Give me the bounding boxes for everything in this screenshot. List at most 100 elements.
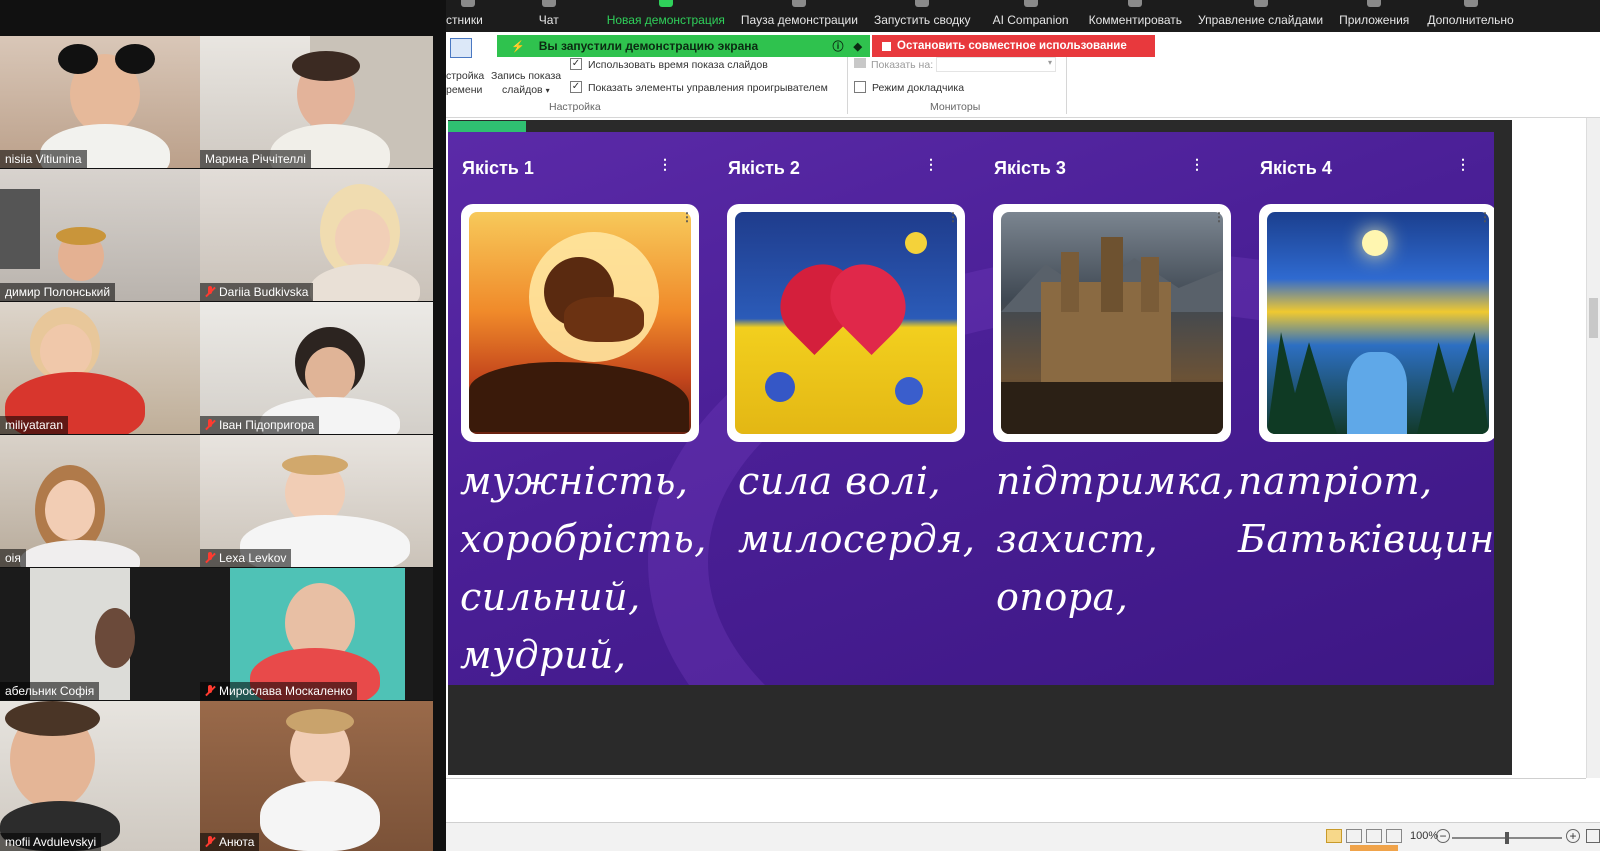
show-media-controls-checkbox[interactable]: ✓ [570,81,582,93]
apps-button[interactable]: Приложения [1331,0,1417,27]
participant-name-text: Мирослава Москаленко [219,684,353,698]
castle-tower-shape [1141,257,1159,312]
pause-share-button[interactable]: Пауза демонстрации [733,0,866,27]
annotate-button[interactable]: Комментировать [1081,0,1190,27]
participant-name: Мирослава Москаленко [200,682,358,700]
more-vertical-icon[interactable]: ⋮ [681,210,693,224]
participant-tile[interactable]: Dariia Budkivska [200,169,433,301]
toolbar-label: Приложения [1339,13,1410,27]
annotate-icon [1128,0,1143,7]
handwritten-annotation: патріот, Батьківщина. [1238,459,1494,561]
use-timings-checkbox[interactable]: ✓ [570,58,582,70]
ukraine-landscape-image [1267,212,1489,434]
star-shape [1362,230,1388,256]
handwritten-annotation: підтримка, захист, опора, [996,459,1236,619]
participant-name-text: абельник Софія [5,684,95,698]
summary-icon [915,0,930,7]
slide-sorter-button[interactable] [1346,829,1362,843]
participant-tile[interactable]: абельник Софія [0,568,233,700]
toolbar-label: Дополнительно [1427,13,1514,27]
rehearse-timings-label-2[interactable]: ремени [446,84,482,96]
slide-canvas[interactable]: Якість 1 ⋮ Якість 2 ⋮ Якість 3 ⋮ Якість … [448,132,1494,685]
mic-muted-icon [205,685,215,697]
chat-icon [541,0,556,7]
handwritten-annotation: мужність, хоробрість, сильний, мудрий, [460,459,707,677]
handwritten-annotation: сила волі, милосердя, [738,459,976,561]
rock-shape [469,362,689,432]
new-share-button[interactable]: Новая демонстрация [599,0,733,27]
zoom-level[interactable]: 100% [1410,830,1438,842]
participant-name-text: Dariia Budkivska [219,285,309,299]
stop-share-button[interactable]: Остановить совместное использование [872,35,1155,57]
participant-tile-active-speaker[interactable]: Марина Річчітеллі [200,36,433,168]
slide-control-icon [1253,0,1268,7]
more-icon [1463,0,1478,7]
zoom-in-button[interactable]: + [1566,829,1580,843]
chat-button[interactable]: Чат [531,0,567,27]
rehearse-timings-label[interactable]: стройка [446,70,484,82]
monitor-select[interactable]: ▾ [936,57,1056,72]
toolbar-label: Комментировать [1088,13,1183,27]
participant-tile[interactable]: Мирослава Москаленко [200,568,433,700]
stop-icon [882,41,891,51]
slideshow-view-button[interactable] [1386,829,1402,843]
more-vertical-icon[interactable]: ⋮ [924,156,938,173]
flower-shape [895,377,923,405]
image-card[interactable]: ⋮ [727,204,965,442]
presenter-view-checkbox[interactable] [854,81,866,93]
fit-to-window-icon[interactable] [1586,829,1600,843]
forest-shape [1267,332,1337,434]
monitor-icon [854,58,866,68]
scrollbar-thumb[interactable] [1589,298,1598,338]
record-slide-show-dropdown[interactable]: слайдов ▾ [502,84,550,96]
share-screen-icon [658,0,673,7]
more-button[interactable]: Дополнительно [1419,0,1521,27]
reading-view-button[interactable] [1366,829,1382,843]
info-icon[interactable]: ⓘ [833,38,844,54]
column-title: Якість 1 [462,158,534,178]
heart-thorns-image [735,212,957,434]
dropdown-arrow-icon: ▾ [545,86,550,95]
more-vertical-icon[interactable]: ⋮ [1190,156,1204,173]
mic-muted-icon [205,552,215,564]
more-vertical-icon[interactable]: ⋮ [947,210,959,224]
speaker-notes-pane[interactable] [446,778,1586,822]
participant-tile[interactable]: оія [0,435,233,567]
participant-gallery: nisiia Vitiunina Марина Річчітеллі димир… [0,0,446,851]
more-vertical-icon[interactable]: ⋮ [1213,210,1225,224]
participant-tile[interactable]: Іван Підопригора [200,302,433,434]
more-vertical-icon[interactable]: ⋮ [1479,210,1491,224]
participants-icon [461,0,476,7]
record-slide-show-button[interactable]: Запись показа [491,70,561,82]
participant-tile[interactable]: nisiia Vitiunina [0,36,233,168]
participant-tile[interactable]: Lexa Levkov [200,435,433,567]
participant-name: абельник Софія [0,682,100,700]
share-active-icon: ⚡ [511,40,525,53]
more-vertical-icon[interactable]: ⋮ [658,156,672,173]
start-summary-button[interactable]: Запустить сводку [866,0,979,27]
vertical-scrollbar[interactable] [1586,118,1600,778]
participant-tile[interactable]: miliyataran [0,302,233,434]
participants-button[interactable]: стники [446,0,491,27]
forest-shape [1417,332,1489,434]
image-card[interactable]: ⋮ [461,204,699,442]
more-vertical-icon[interactable]: ⋮ [1456,156,1470,173]
participant-tile[interactable]: mofii Avdulevskyi [0,701,233,851]
ai-companion-button[interactable]: AI Companion [985,0,1077,27]
zoom-slider-thumb[interactable] [1505,832,1509,844]
slide-control-button[interactable]: Управление слайдами [1190,0,1331,27]
participant-name: Анюта [200,833,260,851]
zoom-out-button[interactable]: − [1436,829,1450,843]
mic-muted-icon [205,419,215,431]
toolbar-label: стники [446,13,483,27]
participant-tile[interactable]: димир Полонський [0,169,233,301]
participant-name: nisiia Vitiunina [0,150,87,168]
flower-shape [905,232,927,254]
image-card[interactable]: ⋮ [1259,204,1494,442]
record-slide-show-label-2: слайдов [502,84,543,96]
status-bar: 100% − + [446,822,1600,851]
shield-icon[interactable]: ◆ [854,40,862,53]
image-card[interactable]: ⋮ [993,204,1231,442]
normal-view-button[interactable] [1326,829,1342,843]
participant-tile[interactable]: Анюта [200,701,433,851]
